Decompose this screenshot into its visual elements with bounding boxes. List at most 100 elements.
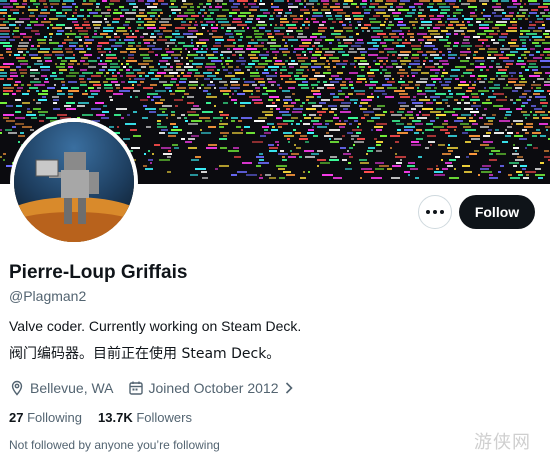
banner-pixel: [387, 81, 395, 83]
banner-pixel: [357, 21, 361, 23]
banner-pixel: [68, 93, 73, 95]
profile-avatar[interactable]: [10, 118, 138, 246]
banner-pixel: [512, 90, 518, 92]
banner-pixel: [404, 171, 410, 173]
banner-pixel: [84, 36, 89, 38]
banner-pixel: [417, 51, 423, 53]
banner-pixel: [440, 12, 447, 14]
banner-pixel: [516, 123, 523, 125]
follow-button[interactable]: Follow: [459, 195, 535, 229]
banner-pixel: [488, 129, 492, 131]
banner-pixel: [517, 12, 519, 14]
banner-pixel: [347, 132, 353, 134]
banner-pixel: [419, 9, 424, 11]
banner-pixel: [311, 57, 317, 59]
banner-pixel: [534, 108, 542, 110]
banner-pixel: [446, 96, 453, 98]
profile-joined[interactable]: Joined October 2012: [128, 380, 294, 396]
banner-pixel: [109, 96, 112, 98]
banner-pixel: [47, 27, 49, 29]
banner-pixel: [543, 3, 550, 5]
banner-pixel: [360, 3, 367, 5]
banner-pixel: [31, 30, 39, 32]
banner-pixel: [345, 18, 351, 20]
banner-pixel: [427, 39, 436, 41]
banner-pixel: [425, 57, 428, 59]
banner-pixel: [211, 24, 213, 26]
banner-pixel: [544, 150, 549, 152]
banner-pixel: [213, 45, 221, 47]
banner-pixel: [397, 111, 404, 113]
banner-pixel: [345, 96, 349, 98]
banner-pixel: [270, 15, 273, 17]
banner-pixel: [62, 42, 66, 44]
banner-pixel: [401, 117, 406, 119]
banner-pixel: [0, 78, 4, 80]
banner-pixel: [67, 18, 77, 20]
banner-pixel: [309, 51, 312, 53]
banner-pixel: [84, 21, 89, 23]
banner-pixel: [449, 177, 459, 179]
more-options-button[interactable]: [418, 195, 452, 229]
banner-pixel: [376, 12, 386, 14]
banner-pixel: [105, 15, 111, 17]
banner-pixel: [400, 0, 410, 2]
banner-pixel: [471, 105, 481, 107]
banner-pixel: [82, 24, 90, 26]
banner-pixel: [14, 84, 18, 86]
banner-pixel: [87, 9, 92, 11]
banner-pixel: [374, 90, 385, 92]
banner-pixel: [233, 48, 243, 50]
banner-pixel: [535, 174, 545, 176]
banner-pixel: [22, 93, 29, 95]
banner-pixel: [332, 21, 336, 23]
following-link[interactable]: 27 Following: [9, 410, 82, 425]
banner-pixel: [112, 72, 114, 74]
banner-pixel: [0, 36, 10, 38]
banner-pixel: [30, 129, 34, 131]
banner-pixel: [357, 78, 366, 80]
followers-link[interactable]: 13.7K Followers: [98, 410, 192, 425]
banner-pixel: [200, 129, 202, 131]
banner-pixel: [152, 153, 154, 155]
banner-pixel: [496, 72, 506, 74]
banner-pixel: [477, 33, 486, 35]
banner-pixel: [372, 39, 381, 41]
banner-pixel: [493, 42, 499, 44]
banner-pixel: [161, 24, 172, 26]
banner-pixel: [80, 60, 85, 62]
banner-pixel: [246, 48, 257, 50]
banner-pixel: [25, 27, 32, 29]
banner-pixel: [223, 93, 229, 95]
banner-pixel: [367, 30, 370, 32]
banner-pixel: [543, 51, 550, 53]
banner-pixel: [231, 117, 238, 119]
banner-pixel: [315, 72, 320, 74]
banner-pixel: [445, 132, 450, 134]
banner-pixel: [283, 36, 294, 38]
banner-pixel: [149, 66, 154, 68]
banner-pixel: [368, 75, 375, 77]
banner-pixel: [364, 114, 369, 116]
banner-pixel: [521, 111, 527, 113]
banner-pixel: [117, 72, 120, 74]
banner-pixel: [479, 24, 489, 26]
banner-pixel: [458, 84, 469, 86]
banner-pixel: [288, 87, 295, 89]
banner-pixel: [57, 93, 65, 95]
banner-pixel: [525, 69, 529, 71]
banner-pixel: [367, 120, 374, 122]
banner-pixel: [221, 24, 231, 26]
banner-pixel: [541, 66, 550, 68]
banner-pixel: [66, 51, 73, 53]
banner-pixel: [292, 21, 298, 23]
banner-pixel: [231, 6, 238, 8]
banner-pixel: [441, 9, 450, 11]
banner-pixel: [535, 111, 545, 113]
banner-pixel: [480, 69, 483, 71]
banner-pixel: [312, 87, 314, 89]
banner-pixel: [252, 84, 257, 86]
banner-pixel: [251, 51, 260, 53]
banner-pixel: [480, 63, 484, 65]
banner-pixel: [317, 159, 326, 161]
